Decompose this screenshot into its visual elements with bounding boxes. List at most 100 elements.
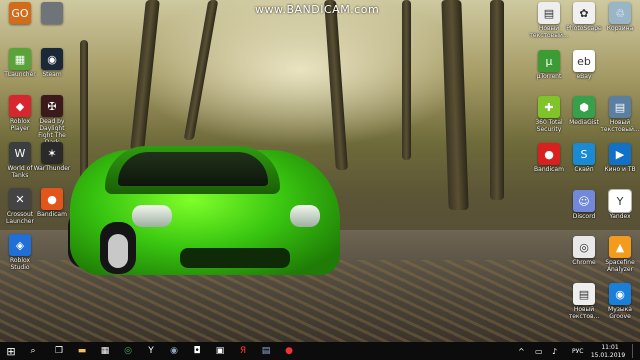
desktop-icon-bandicam-left[interactable]: ● Bandicam [32,188,72,218]
wallpaper-tree [80,40,88,180]
desktop-icon-steam[interactable]: ◉ Steam [32,48,72,78]
desktop-icon-new-text-3[interactable]: ▤ Новый текстов... [564,283,604,320]
go-icon: GO [9,2,31,24]
world-of-tanks-icon: W [9,142,31,164]
yandex-icon: Y [608,189,632,213]
desktop-icon-label: µTorrent [536,73,562,80]
kino-tv-icon: ▶ [609,143,631,165]
bandicam-left-icon: ● [41,188,63,210]
desktop-icon-groove[interactable]: ◉ Музыка Groove [600,283,640,320]
volume-icon[interactable]: ♪ [552,347,557,356]
taskbar-explorer-icon[interactable]: ▬ [75,344,89,358]
car-wheel [100,222,136,274]
taskbar-task-view-icon[interactable]: ❐ [52,344,66,358]
desktop-icon-new-text-1[interactable]: ▤ Новый текстовый... [529,2,569,39]
новый-текстовый-2-icon: ▤ [609,96,631,118]
wallpaper-tree [402,0,411,160]
photoscape-icon: ✿ [573,2,595,24]
mediagist-icon: ⬢ [573,96,595,118]
desktop-icon-label: eBay [576,73,592,80]
desktop-icon-label: 360 Total Security [535,119,563,133]
desktop-icon-war-thunder[interactable]: ✶ WarThunder [32,142,72,172]
desktop-icon-recycle-bin[interactable]: ♲ Корзина [600,2,640,32]
desktop-icon-label: Discord [572,213,596,220]
taskbar-photos-icon[interactable]: ▣ [213,344,227,358]
desktop-icon-label: MediaGist [569,119,599,126]
wallpaper-tree [441,0,469,210]
desktop-icon-utorrent[interactable]: µ µTorrent [529,50,569,80]
roblox-studio-icon: ◈ [9,234,31,256]
desktop-icon-360-total-security[interactable]: ✚ 360 Total Security [529,96,569,133]
desktop-icon-mediagist[interactable]: ⬢ MediaGist [564,96,604,126]
desktop-icon-dead-by-daylight[interactable]: ✠Dead by Daylight Fight The Dark [32,95,72,146]
start-button-icon[interactable]: ⊞ [4,344,18,358]
taskbar-camera-icon[interactable]: ◘ [190,344,204,358]
clock-time[interactable]: 11:01 [595,344,625,351]
desktop-icon-label: Roblox Studio [9,257,31,271]
desktop-icon-label: Chrome [572,259,596,266]
language-indicator[interactable]: РУС [572,348,583,355]
desktop-icon-label: Новый текстовый... [529,25,569,39]
wallpaper-tree [183,0,219,140]
desktop-icon-label: Музыка Groove [608,306,632,320]
utorrent-icon: µ [538,50,560,72]
desktop-icon-spacefine[interactable]: ▲ Spacefine Analyzer [600,236,640,273]
clock-date[interactable]: 15.01.2019 [588,352,628,359]
show-hidden-icons[interactable]: ^ [518,347,525,356]
wallpaper-tree [490,0,504,200]
car-headlight [132,205,172,227]
skype-icon: S [573,143,595,165]
desktop-icon-label: Yandex [609,213,631,220]
taskbar-yandex-browser-icon[interactable]: Я [236,344,250,358]
ebay-icon: eb [573,50,595,72]
car-window [118,152,268,186]
desktop-icon-label: Bandicam [534,166,564,173]
search-icon[interactable]: ⌕ [26,344,40,358]
dead-by-daylight-icon: ✠ [41,95,63,117]
wallpaper-tree [324,0,348,170]
taskbar-word-icon[interactable]: ▤ [259,344,273,358]
desktop-icon-blank[interactable] [32,2,72,25]
taskbar: ⊞ ⌕ ❐ ▬ ▦ ◎ Y ◉ ◘ ▣ Я ▤ ● ^ ▭ ♪ РУС 11:01 15.01.2019 [0,342,640,360]
desktop-icon-label: Steam [42,71,62,78]
taskbar-chrome-icon[interactable]: ◎ [121,344,135,358]
bandicam-watermark: www.BANDICAM.com [255,3,380,16]
desktop-icon-ebay[interactable]: eb eBay [564,50,604,80]
bandicam-right-icon: ● [538,143,560,165]
desktop-icon-kino-tv[interactable]: ▶ Кино и ТВ [600,143,640,173]
taskbar-yandex-icon[interactable]: Y [144,344,158,358]
spacefine-icon: ▲ [609,236,631,258]
car-grille [180,248,290,268]
new-text-3-icon: ▤ [573,283,595,305]
desktop-icon-label: Скайп [574,166,594,173]
tlauncher-icon: ▦ [9,48,31,70]
desktop-icon-discord[interactable]: ☺ Discord [564,190,604,220]
wallpaper-tree [130,0,160,150]
desktop-icon-label: WarThunder [33,165,71,172]
taskbar-bandicam-icon[interactable]: ● [282,344,296,358]
battery-icon[interactable]: ▭ [535,347,543,356]
chrome-icon: ◎ [573,236,595,258]
desktop-icon-skype[interactable]: S Скайп [564,143,604,173]
desktop-icon-label: PhotoScape [566,25,602,32]
show-desktop-button[interactable] [632,344,639,358]
desktop-icon-label: Новый текстов... [568,306,600,320]
crossout-icon: ✕ [9,188,31,210]
groove-icon: ◉ [609,283,631,305]
desktop-icon-label: Новый текстовый... [600,119,640,133]
desktop-icon-photoscape[interactable]: ✿ PhotoScape [564,2,604,32]
taskbar-steam-icon[interactable]: ◉ [167,344,181,358]
desktop-icon-yandex[interactable]: Y Yandex [600,189,640,220]
discord-icon: ☺ [573,190,595,212]
taskbar-store-icon[interactable]: ▦ [98,344,112,358]
desktop-icon-label: Корзина [606,25,634,32]
war-thunder-icon: ✶ [41,142,63,164]
desktop-icon-roblox-studio[interactable]: ◈ Roblox Studio [0,234,40,271]
steam-icon: ◉ [41,48,63,70]
blank-icon [41,2,63,24]
desktop-icon-bandicam-right[interactable]: ● Bandicam [529,143,569,173]
desktop-icon-label: Spacefine Analyzer [605,259,635,273]
desktop-wallpaper[interactable]: www.BANDICAM.com GO ▦ TLauncher ◉ Steam ◆ Robl… [0,0,640,342]
desktop-icon-chrome[interactable]: ◎ Chrome [564,236,604,266]
desktop-icon-новый-текстовый-2[interactable]: ▤ Новый текстовый... [600,96,640,133]
